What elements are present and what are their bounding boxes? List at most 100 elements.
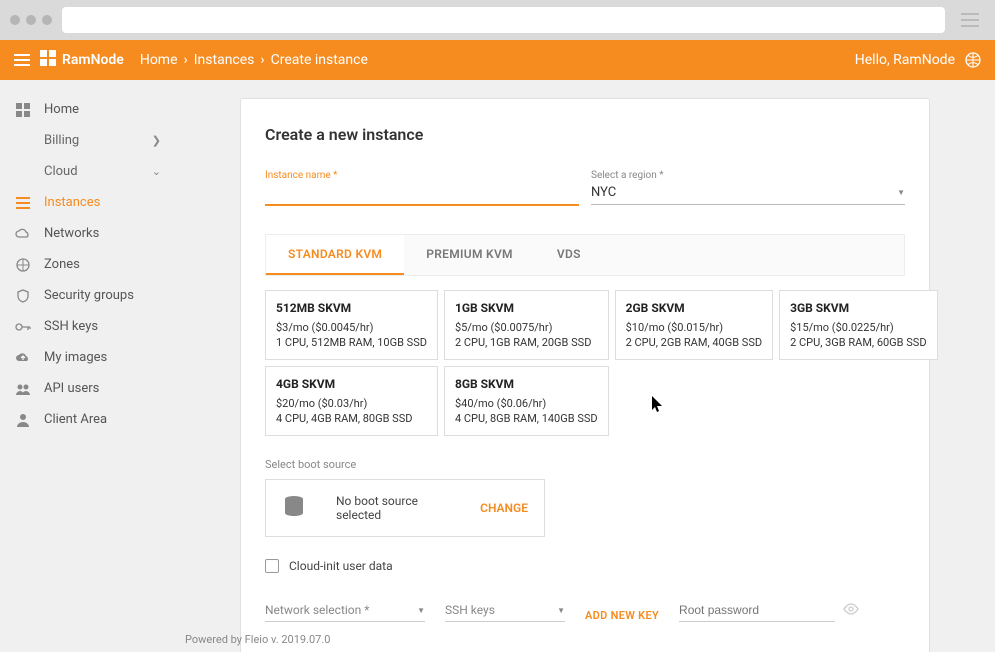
brand[interactable]: RamNode [40,50,124,70]
tab-premium-kvm[interactable]: PREMIUM KVM [404,235,535,275]
ssh-keys-select[interactable]: SSH keys ▼ [445,599,565,622]
plan-spec: 4 CPU, 4GB RAM, 80GB SSD [276,412,427,425]
breadcrumb: Home › Instances › Create instance [140,52,368,68]
region-value: NYC [591,185,616,200]
globe-icon [14,258,32,272]
sidebar-item-label: Zones [44,257,80,272]
database-icon [282,494,306,522]
plan-4gb[interactable]: 4GB SKVM $20/mo ($0.03/hr) 4 CPU, 4GB RA… [265,366,438,436]
plan-price: $3/mo ($0.0045/hr) [276,321,427,334]
region-field: Select a region * NYC ▼ [591,170,905,206]
sidebar: Home Billing ❯ Cloud ⌄ Instances Network… [0,80,175,652]
sidebar-item-instances[interactable]: Instances [0,187,175,218]
list-icon [14,197,32,209]
browser-chrome [0,0,995,40]
plan-spec: 1 CPU, 512MB RAM, 10GB SSD [276,336,427,349]
topbar-right: Hello, RamNode [855,52,981,68]
sidebar-item-zones[interactable]: Zones [0,249,175,280]
shield-icon [14,289,32,303]
users-icon [14,383,32,395]
boot-source-label: Select boot source [265,458,905,471]
plan-title: 4GB SKVM [276,377,427,391]
sidebar-item-networks[interactable]: Networks [0,218,175,249]
sidebar-item-label: My images [44,350,107,365]
sidebar-item-label: Billing [44,133,79,148]
cloud-init-label: Cloud-init user data [289,559,393,573]
chevron-down-icon: ▼ [897,188,905,197]
window-controls [10,15,52,25]
add-new-key-button[interactable]: ADD NEW KEY [585,609,659,622]
browser-menu-icon[interactable] [955,7,985,33]
network-field: Network selection * ▼ [265,599,425,622]
window-maximize-icon[interactable] [42,15,52,25]
chevron-down-icon: ▼ [417,606,425,615]
plan-spec: 4 CPU, 8GB RAM, 140GB SSD [455,412,598,425]
region-select[interactable]: NYC ▼ [591,181,905,205]
plan-3gb[interactable]: 3GB SKVM $15/mo ($0.0225/hr) 2 CPU, 3GB … [779,290,937,360]
region-label: Select a region * [591,170,905,181]
sidebar-item-label: Home [44,102,79,117]
ssh-keys-field: SSH keys ▼ [445,599,565,622]
sidebar-item-label: Networks [44,226,99,241]
window-close-icon[interactable] [10,15,20,25]
eye-icon[interactable] [843,603,859,619]
plan-2gb[interactable]: 2GB SKVM $10/mo ($0.015/hr) 2 CPU, 2GB R… [615,290,773,360]
boot-source-text: No boot source selected [336,494,450,522]
network-label: Network selection * [265,603,369,617]
footer-text: Powered by Fleio v. 2019.07.0 [185,633,330,646]
plan-price: $20/mo ($0.03/hr) [276,397,427,410]
sidebar-item-label: API users [44,381,99,396]
create-instance-card: Create a new instance Instance name * Se… [240,98,930,652]
page-title: Create a new instance [265,125,905,144]
sidebar-item-home[interactable]: Home [0,94,175,125]
network-select[interactable]: Network selection * ▼ [265,599,425,622]
brand-logo-icon [40,50,56,70]
boot-source-change-button[interactable]: CHANGE [480,501,528,515]
tab-standard-kvm[interactable]: STANDARD KVM [266,235,404,275]
plan-title: 8GB SKVM [455,377,598,391]
plan-price: $5/mo ($0.0075/hr) [455,321,598,334]
sidebar-item-label: SSH keys [44,319,98,334]
person-icon [14,413,32,427]
plan-512mb[interactable]: 512MB SKVM $3/mo ($0.0045/hr) 1 CPU, 512… [265,290,438,360]
plan-spec: 2 CPU, 2GB RAM, 40GB SSD [626,336,762,349]
plan-8gb[interactable]: 8GB SKVM $40/mo ($0.06/hr) 4 CPU, 8GB RA… [444,366,609,436]
globe-icon[interactable] [965,52,981,68]
browser-url-bar[interactable] [62,7,945,33]
plan-spec: 2 CPU, 1GB RAM, 20GB SSD [455,336,598,349]
sidebar-item-api-users[interactable]: API users [0,373,175,404]
sidebar-item-ssh-keys[interactable]: SSH keys [0,311,175,342]
menu-icon[interactable] [14,54,30,66]
plan-title: 512MB SKVM [276,301,427,315]
instance-name-input[interactable] [265,181,579,206]
plan-grid: 512MB SKVM $3/mo ($0.0045/hr) 1 CPU, 512… [265,290,905,436]
greeting-text: Hello, RamNode [855,52,955,68]
brand-name: RamNode [62,52,124,68]
sidebar-item-label: Client Area [44,412,107,427]
plan-title: 3GB SKVM [790,301,926,315]
plan-title: 1GB SKVM [455,301,598,315]
sidebar-item-my-images[interactable]: My images [0,342,175,373]
upload-icon [14,352,32,364]
chevron-right-icon: › [184,52,188,68]
main-content: Create a new instance Instance name * Se… [175,80,995,652]
chevron-down-icon: ⌄ [152,165,161,178]
tab-vds[interactable]: VDS [535,235,603,275]
sidebar-item-billing[interactable]: Billing ❯ [0,125,175,156]
ssh-keys-label: SSH keys [445,603,495,617]
plan-tabs: STANDARD KVM PREMIUM KVM VDS [265,234,905,276]
plan-price: $15/mo ($0.0225/hr) [790,321,926,334]
root-password-input[interactable] [679,599,835,622]
breadcrumb-home[interactable]: Home [140,52,178,68]
sidebar-item-security-groups[interactable]: Security groups [0,280,175,311]
cloud-init-checkbox[interactable] [265,559,279,573]
plan-1gb[interactable]: 1GB SKVM $5/mo ($0.0075/hr) 2 CPU, 1GB R… [444,290,609,360]
chevron-down-icon: ▼ [557,606,565,615]
plan-price: $10/mo ($0.015/hr) [626,321,762,334]
breadcrumb-instances[interactable]: Instances [194,52,255,68]
window-minimize-icon[interactable] [26,15,36,25]
plan-spec: 2 CPU, 3GB RAM, 60GB SSD [790,336,926,349]
sidebar-item-cloud[interactable]: Cloud ⌄ [0,156,175,187]
sidebar-item-label: Instances [44,195,100,210]
sidebar-item-client-area[interactable]: Client Area [0,404,175,435]
